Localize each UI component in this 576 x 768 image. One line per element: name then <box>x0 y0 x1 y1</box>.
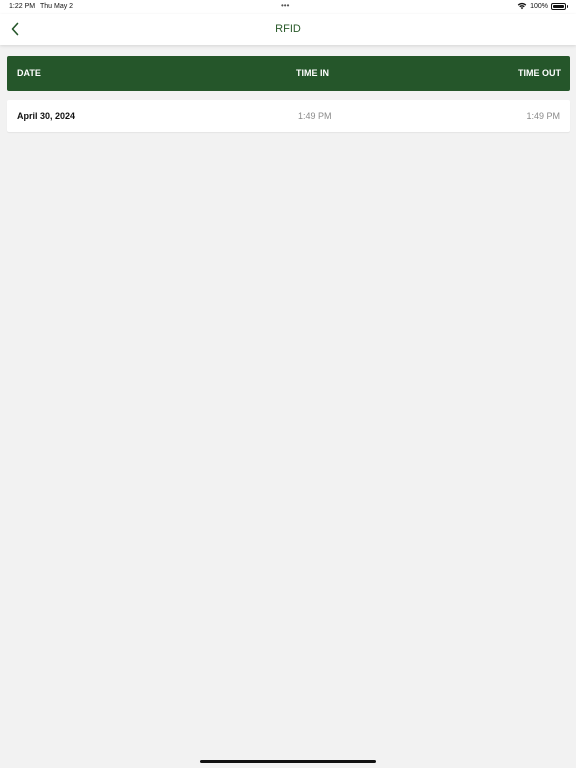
row-time-in: 1:49 PM <box>298 111 332 121</box>
header-time-out: TIME OUT <box>518 68 561 78</box>
home-indicator[interactable] <box>200 760 376 763</box>
page-title: RFID <box>275 23 301 35</box>
battery-icon <box>551 2 568 10</box>
navigation-bar: RFID <box>0 14 576 45</box>
wifi-icon <box>517 2 527 10</box>
status-bar: 1:22 PM Thu May 2 ••• 100% <box>0 0 576 14</box>
row-date: April 30, 2024 <box>17 111 76 121</box>
battery-percent: 100% <box>530 2 548 10</box>
table-row[interactable]: April 30, 2024 1:49 PM 1:49 PM <box>7 100 570 132</box>
row-time-out: 1:49 PM <box>526 111 560 121</box>
status-time: 1:22 PM <box>9 3 36 10</box>
status-right: 100% <box>517 2 568 10</box>
status-date: Thu May 2 <box>40 3 74 10</box>
multitasking-dots[interactable]: ••• <box>281 1 289 10</box>
header-time-in: TIME IN <box>296 68 329 78</box>
table-header: DATE TIME IN TIME OUT <box>7 56 570 91</box>
header-date: DATE <box>17 68 41 78</box>
